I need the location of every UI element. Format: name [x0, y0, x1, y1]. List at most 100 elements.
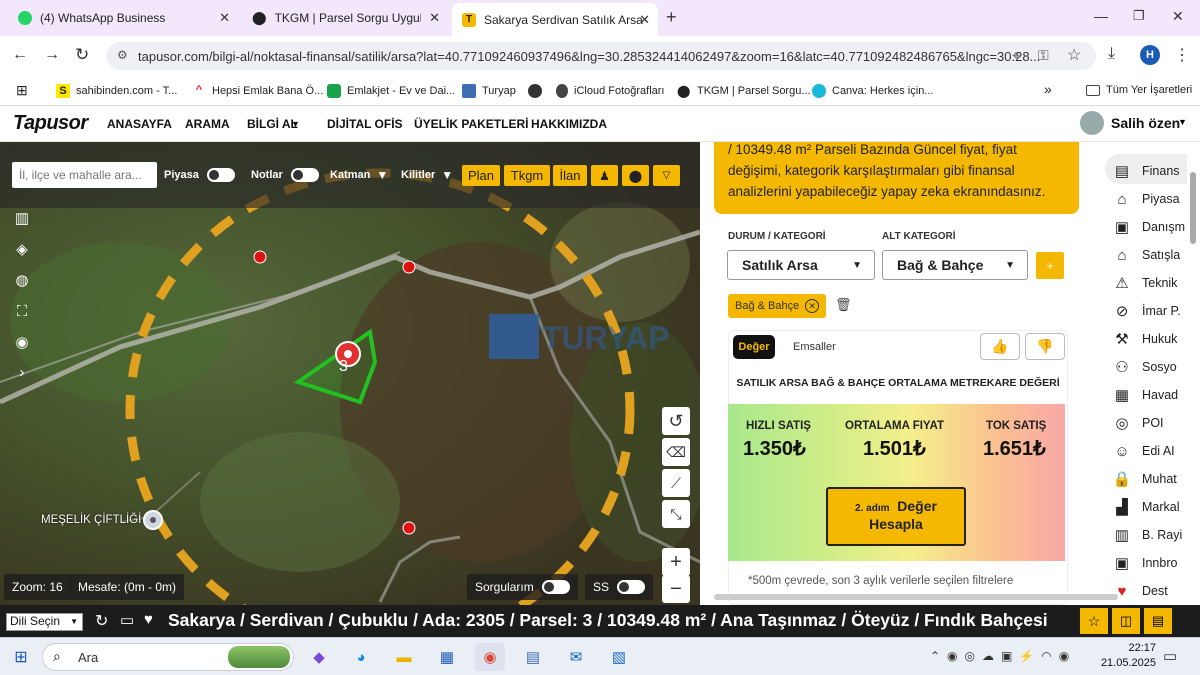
menu-satislar[interactable]: ⌂ Satışla: [1112, 245, 1180, 265]
url-field[interactable]: ⚙ tapusor.com/bilgi-al/noktasal-finansal…: [106, 42, 1096, 70]
location-icon[interactable]: ⌖: [1012, 47, 1020, 64]
chevron-down-icon[interactable]: ▽: [653, 165, 680, 186]
clock-time[interactable]: 22:17: [1122, 642, 1156, 654]
menu-edi-ai[interactable]: ☺ Edi AI: [1112, 441, 1174, 461]
file-explorer-icon[interactable]: ▬: [389, 643, 419, 671]
window-close-icon[interactable]: ✕: [1172, 8, 1184, 25]
filter-chip[interactable]: Bağ & Bahçe ✕: [728, 294, 827, 318]
user-avatar[interactable]: [1080, 111, 1104, 135]
search-input[interactable]: İl, ilçe ve mahalle ara...: [12, 162, 157, 188]
key-icon[interactable]: ⚿: [1038, 47, 1049, 64]
taskbar-search[interactable]: ⌕ Ara: [42, 643, 294, 671]
nav-dijital-ofis[interactable]: DİJİTAL OFİS: [327, 117, 403, 131]
location-icon[interactable]: ⬤: [622, 165, 649, 186]
menu-poi[interactable]: ◎ POI: [1112, 413, 1163, 433]
add-filter-button[interactable]: +: [1036, 252, 1064, 279]
heart-icon[interactable]: ♥: [144, 611, 153, 628]
chevron-down-icon[interactable]: ▼: [291, 119, 300, 129]
close-icon[interactable]: ✕: [429, 10, 440, 26]
profile-avatar[interactable]: H: [1140, 45, 1160, 65]
menu-hukuk[interactable]: ⚒ Hukuk: [1112, 329, 1177, 349]
system-tray-icons[interactable]: ⌃◉◎☁▣⚡◠◉: [930, 649, 1076, 663]
person-icon[interactable]: ♟: [591, 165, 618, 186]
thumbs-up-icon[interactable]: 👍: [980, 333, 1020, 360]
calculator-icon[interactable]: ▤: [518, 643, 548, 671]
bookmark-icloud[interactable]: iCloud Fotoğrafları: [556, 84, 665, 98]
bookmark-tkgm[interactable]: ⬤ TKGM | Parsel Sorgu...: [677, 84, 811, 98]
bookmark-canva[interactable]: Canva: Herkes için...: [812, 84, 933, 98]
user-name[interactable]: Salih özen: [1111, 115, 1180, 131]
tab-whatsapp[interactable]: (4) WhatsApp Business ✕: [8, 4, 238, 32]
remove-chip-icon[interactable]: ✕: [805, 299, 820, 313]
back-icon[interactable]: ←: [12, 46, 28, 64]
close-icon[interactable]: ✕: [639, 12, 650, 28]
menu-imar[interactable]: ⊘ İmar P.: [1112, 301, 1181, 321]
katman-dropdown[interactable]: Katman ▼: [330, 168, 388, 182]
reload-icon[interactable]: ↻: [75, 45, 89, 65]
site-info-icon[interactable]: ⚙: [117, 48, 128, 62]
trash-icon[interactable]: 🗑: [835, 297, 852, 313]
map-view[interactable]: 3 MEŞELİK ÇİFTLİĞİ TURYAP İl, ilçe ve ma…: [0, 142, 700, 605]
bookmark-globe[interactable]: [528, 84, 542, 98]
split-view-icon[interactable]: ◫: [1112, 608, 1140, 634]
tab-deger[interactable]: Değer: [733, 335, 775, 359]
menu-sosyo[interactable]: ⚇ Sosyo: [1112, 357, 1176, 377]
store-icon[interactable]: ▦: [432, 643, 462, 671]
menu-danisman[interactable]: ▣ Danışm: [1112, 217, 1185, 237]
bookmark-sahibinden[interactable]: Ssahibinden.com - T...: [56, 84, 177, 98]
chrome-icon[interactable]: ◉: [475, 643, 505, 671]
measure-icon[interactable]: ⟋: [662, 469, 690, 497]
toggle-switch[interactable]: [290, 168, 319, 182]
apps-grid-icon[interactable]: ⊞: [16, 82, 28, 99]
menu-finans[interactable]: ▤ Finans: [1112, 161, 1180, 181]
language-select[interactable]: Dili Seçin ▼: [6, 613, 83, 631]
outlook-icon[interactable]: ✉: [561, 643, 591, 671]
alt-kategori-select[interactable]: Bağ & Bahçe ▼: [882, 250, 1028, 280]
star-icon[interactable]: ☆: [1080, 608, 1108, 634]
map-list-icon[interactable]: ▥: [8, 204, 36, 232]
notification-icon[interactable]: ▭: [1163, 647, 1177, 665]
toggle-switch[interactable]: [206, 168, 235, 182]
zoom-out-icon[interactable]: −: [662, 575, 690, 603]
vertical-scrollbar[interactable]: [1190, 172, 1196, 244]
new-tab-icon[interactable]: +: [666, 7, 677, 28]
plan-button[interactable]: Plan: [462, 165, 500, 186]
minimize-icon[interactable]: —: [1094, 8, 1108, 24]
horizontal-scrollbar[interactable]: [714, 594, 1118, 600]
ss-toggle[interactable]: SS: [585, 574, 654, 600]
menu-piyasa[interactable]: ⌂ Piyasa: [1112, 189, 1179, 209]
photos-icon[interactable]: ▧: [604, 643, 634, 671]
windows-start-icon[interactable]: ⊞: [6, 643, 36, 671]
expand-right-icon[interactable]: ›: [8, 358, 36, 386]
broadcast-icon[interactable]: ◉: [8, 328, 36, 356]
restore-icon[interactable]: ❐: [1133, 8, 1145, 24]
site-logo[interactable]: Tapusor: [13, 112, 88, 135]
close-icon[interactable]: ✕: [219, 10, 230, 26]
bookmark-hepsiemlak[interactable]: ^ Hepsi Emlak Bana Ö...: [192, 84, 324, 98]
durum-select[interactable]: Satılık Arsa ▼: [727, 250, 875, 280]
eraser-icon[interactable]: ⌫: [662, 438, 690, 466]
fullscreen-icon[interactable]: ⛶: [8, 297, 36, 325]
menu-b-rayic[interactable]: ▥ B. Rayi: [1112, 525, 1182, 545]
kilitler-dropdown[interactable]: Kilitler ▼: [401, 168, 453, 182]
zoom-in-icon[interactable]: +: [662, 548, 690, 576]
download-icon[interactable]: ⤓: [1108, 45, 1115, 63]
star-icon[interactable]: ☆: [1067, 45, 1081, 65]
panel-icon[interactable]: ▤: [1144, 608, 1172, 634]
all-bookmarks[interactable]: Tüm Yer İşaretleri: [1086, 84, 1192, 96]
layers-icon[interactable]: ◈: [8, 235, 36, 263]
nav-anasayfa[interactable]: ANASAYFA: [107, 117, 172, 131]
clock-date[interactable]: 21.05.2025: [1100, 657, 1156, 669]
ilan-button[interactable]: İlan: [553, 165, 587, 186]
menu-dest[interactable]: ♥ Dest: [1112, 581, 1168, 601]
nav-hakkimizda[interactable]: HAKKIMIZDA: [531, 117, 607, 131]
tab-tkgm[interactable]: ⬤ TKGM | Parsel Sorgu Uygulama ✕: [242, 4, 448, 32]
edge-icon[interactable]: ◕: [346, 643, 376, 671]
menu-markalar[interactable]: ▟ Markal: [1112, 497, 1179, 517]
menu-innbro[interactable]: ▣ Innbro: [1112, 553, 1178, 573]
more-bookmarks-icon[interactable]: »: [1044, 81, 1052, 97]
deger-hesapla-button[interactable]: 2. adım Değer Hesapla: [826, 487, 966, 546]
menu-kebab-icon[interactable]: ⋮: [1174, 45, 1190, 65]
sorgularim-toggle[interactable]: Sorgularım: [467, 574, 578, 600]
menu-havadis[interactable]: ▦ Havad: [1112, 385, 1178, 405]
